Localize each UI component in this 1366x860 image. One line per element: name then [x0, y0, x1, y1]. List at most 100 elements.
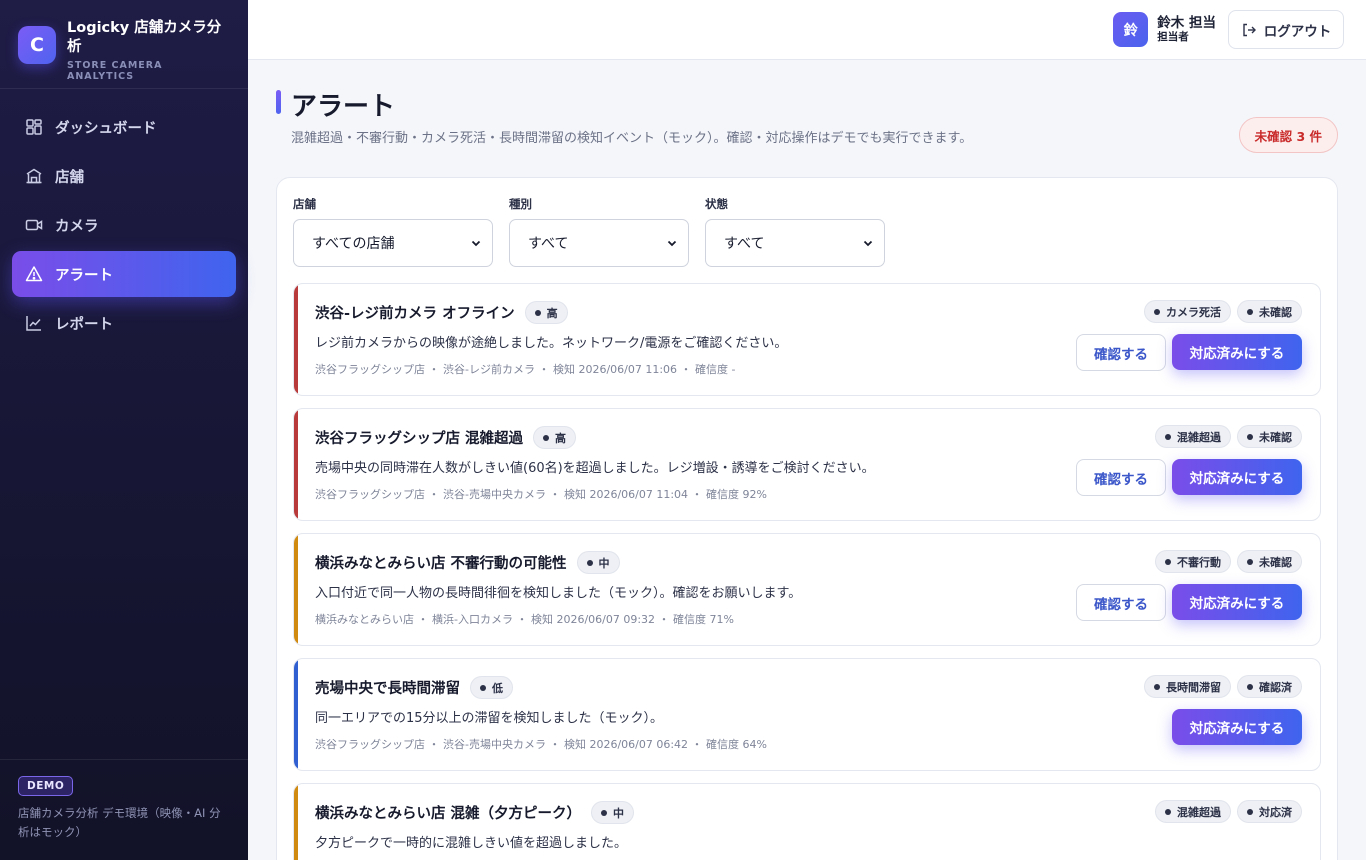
filter-store: 店舗 すべての店舗 — [293, 196, 493, 267]
alert-title-row: 横浜みなとみらい店 不審行動の可能性 中 — [315, 551, 620, 574]
filter-label: 状態 — [705, 197, 728, 211]
brand-logo[interactable]: C — [18, 26, 56, 64]
user-role: 担当者 — [1157, 31, 1189, 43]
alert-meta: 横浜みなとみらい店 ・ 横浜-入口カメラ ・ 検知 2026/06/07 09:… — [315, 613, 734, 626]
filter-status: 状態 すべて — [705, 196, 885, 267]
type-tag: 長時間滞留 — [1144, 675, 1231, 698]
filters: 店舗 すべての店舗 種別 すべて 状態 すべて — [293, 196, 901, 267]
store-select[interactable]: すべての店舗 — [293, 219, 493, 267]
dot-icon — [1165, 433, 1171, 440]
sidebar: C Logicky 店舗カメラ分析 STORE CAMERA ANALYTICS… — [0, 0, 248, 860]
dot-icon — [1247, 433, 1253, 440]
severity-stripe — [294, 784, 298, 860]
status-select[interactable]: すべて — [705, 219, 885, 267]
chevron-down-icon — [471, 240, 481, 247]
severity-badge: 高 — [533, 426, 577, 449]
alert-title: 渋谷-レジ前カメラ オフライン — [315, 306, 515, 322]
chart-icon — [25, 314, 43, 332]
severity-stripe — [294, 284, 298, 395]
mark-resolved-button[interactable]: 対応済みにする — [1172, 709, 1302, 745]
alert-title-row: 渋谷-レジ前カメラ オフライン 高 — [315, 301, 568, 324]
alert-title: 売場中央で長時間滞留 — [315, 681, 460, 697]
type-tag: 不審行動 — [1155, 550, 1231, 573]
tag-label: 長時間滞留 — [1166, 680, 1221, 694]
alert-description: 夕方ピークで一時的に混雑しきい値を超過しました。 — [315, 836, 628, 851]
page-title: アラート — [291, 92, 396, 122]
mark-resolved-button[interactable]: 対応済みにする — [1172, 334, 1302, 370]
chevron-down-icon — [863, 240, 873, 247]
alert-tags: カメラ死活 未確認 — [1138, 300, 1302, 323]
status-tag: 対応済 — [1237, 800, 1302, 823]
sidebar-item-cameras[interactable]: カメラ — [12, 202, 236, 248]
logout-icon — [1243, 23, 1256, 36]
alert-title: 横浜みなとみらい店 不審行動の可能性 — [315, 556, 567, 572]
sidebar-item-reports[interactable]: レポート — [12, 300, 236, 346]
logout-label: ログアウト — [1263, 23, 1332, 40]
severity-label: 高 — [546, 306, 558, 320]
sidebar-nav: ダッシュボード 店舗 カメラ アラート レポート — [0, 89, 248, 346]
severity-label: 高 — [555, 431, 567, 445]
status-tag: 未確認 — [1237, 550, 1302, 573]
severity-label: 低 — [492, 681, 503, 695]
top-bar: 鈴 鈴木 担当 担当者 ログアウト — [248, 0, 1366, 60]
sidebar-item-alerts[interactable]: アラート — [12, 251, 236, 297]
alert-meta: 渋谷フラッグシップ店 ・ 渋谷-売場中央カメラ ・ 検知 2026/06/07 … — [315, 738, 767, 751]
demo-note: 店舗カメラ分析 デモ環境（映像・AI 分析はモック） — [18, 806, 221, 839]
alert-card: 売場中央で長時間滞留 低 同一エリアでの15分以上の滞留を検知しました（モック）… — [293, 658, 1321, 771]
avatar: 鈴 — [1113, 12, 1149, 47]
logout-button[interactable]: ログアウト — [1228, 10, 1344, 49]
user-name: 鈴木 担当 — [1157, 15, 1216, 31]
alert-description: 売場中央の同時滞在人数がしきい値(60名)を超過しました。レジ増設・誘導をご検討… — [315, 461, 875, 476]
alert-actions: 確認する 対応済みにする — [1076, 334, 1302, 371]
confirm-button[interactable]: 確認する — [1076, 459, 1166, 496]
tag-label: 混雑超過 — [1177, 430, 1221, 444]
tag-label: 確認済 — [1259, 680, 1292, 694]
alert-tags: 混雑超過 未確認 — [1149, 425, 1302, 448]
alert-title: 横浜みなとみらい店 混雑（夕方ピーク） — [315, 806, 582, 822]
sidebar-item-dashboard[interactable]: ダッシュボード — [12, 104, 236, 150]
severity-stripe — [294, 534, 298, 645]
confirm-button[interactable]: 確認する — [1076, 584, 1166, 621]
confirm-button[interactable]: 確認する — [1076, 334, 1166, 371]
alert-title-row: 売場中央で長時間滞留 低 — [315, 676, 513, 699]
dot-icon — [1165, 558, 1171, 565]
alert-card: 横浜みなとみらい店 不審行動の可能性 中 入口付近で同一人物の長時間徘徊を検知し… — [293, 533, 1321, 646]
alert-description: 同一エリアでの15分以上の滞留を検知しました（モック）。 — [315, 711, 664, 726]
severity-badge: 高 — [524, 301, 568, 324]
user-info: 鈴 鈴木 担当 担当者 — [1113, 12, 1216, 47]
tag-label: カメラ死活 — [1166, 305, 1221, 319]
tag-label: 未確認 — [1259, 555, 1292, 569]
dot-icon — [534, 309, 541, 316]
alert-tags: 長時間滞留 確認済 — [1138, 675, 1302, 698]
status-tag: 未確認 — [1237, 300, 1302, 323]
mark-resolved-button[interactable]: 対応済みにする — [1172, 459, 1302, 495]
sidebar-footer: DEMO 店舗カメラ分析 デモ環境（映像・AI 分析はモック） — [0, 759, 248, 860]
select-value: すべて — [724, 236, 765, 252]
filter-label: 店舗 — [293, 197, 316, 211]
store-icon — [25, 167, 43, 185]
filter-label: 種別 — [509, 197, 532, 211]
type-select[interactable]: すべて — [509, 219, 689, 267]
alert-actions: 対応済みにする — [1172, 709, 1302, 745]
dot-icon — [1247, 808, 1253, 815]
dot-icon — [543, 434, 550, 441]
type-tag: 混雑超過 — [1155, 800, 1231, 823]
sidebar-item-label: アラート — [55, 267, 113, 284]
dot-icon — [480, 684, 486, 691]
sidebar-item-stores[interactable]: 店舗 — [12, 153, 236, 199]
dot-icon — [1165, 808, 1171, 815]
sidebar-item-label: レポート — [55, 316, 113, 333]
dot-icon — [1247, 558, 1253, 565]
alert-icon — [25, 265, 43, 283]
sidebar-item-label: ダッシュボード — [55, 120, 157, 137]
main-content: アラート 混雑超過・不審行動・カメラ死活・長時間滞留の検知イベント（モック）。確… — [248, 60, 1366, 860]
type-tag: 混雑超過 — [1155, 425, 1231, 448]
tag-label: 対応済 — [1259, 805, 1292, 819]
brand-subtitle: STORE CAMERA ANALYTICS — [67, 60, 163, 82]
mark-resolved-button[interactable]: 対応済みにする — [1172, 584, 1302, 620]
page-description: 混雑超過・不審行動・カメラ死活・長時間滞留の検知イベント（モック）。確認・対応操… — [291, 131, 973, 146]
brand-name[interactable]: Logicky 店舗カメラ分析 — [67, 19, 227, 57]
severity-stripe — [294, 659, 298, 770]
user-text: 鈴木 担当 担当者 — [1157, 15, 1216, 44]
severity-badge: 低 — [470, 676, 513, 699]
